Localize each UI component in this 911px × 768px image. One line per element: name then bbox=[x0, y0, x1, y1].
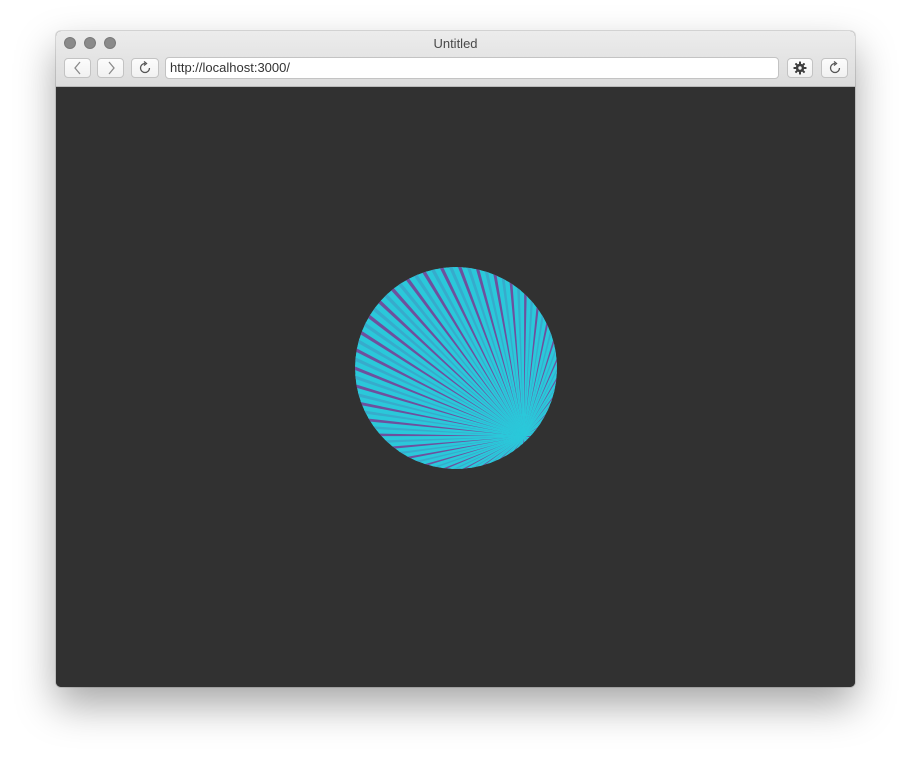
reload-button[interactable] bbox=[131, 58, 159, 78]
title-bar: Untitled http://localhost:3000/ bbox=[56, 31, 855, 87]
page-content bbox=[56, 87, 855, 687]
refresh-button[interactable] bbox=[821, 58, 848, 78]
ray-circle-artwork bbox=[355, 267, 557, 469]
browser-window: Untitled http://localhost:3000/ bbox=[56, 31, 855, 687]
address-bar[interactable]: http://localhost:3000/ bbox=[165, 57, 779, 79]
settings-button[interactable] bbox=[787, 58, 813, 78]
chevron-left-icon bbox=[73, 61, 80, 75]
gear-icon bbox=[793, 61, 807, 75]
chevron-right-icon bbox=[108, 61, 115, 75]
window-title: Untitled bbox=[433, 36, 478, 51]
reload-icon bbox=[829, 61, 840, 74]
back-button[interactable] bbox=[64, 58, 91, 78]
forward-button[interactable] bbox=[97, 58, 124, 78]
reload-icon bbox=[139, 61, 151, 74]
